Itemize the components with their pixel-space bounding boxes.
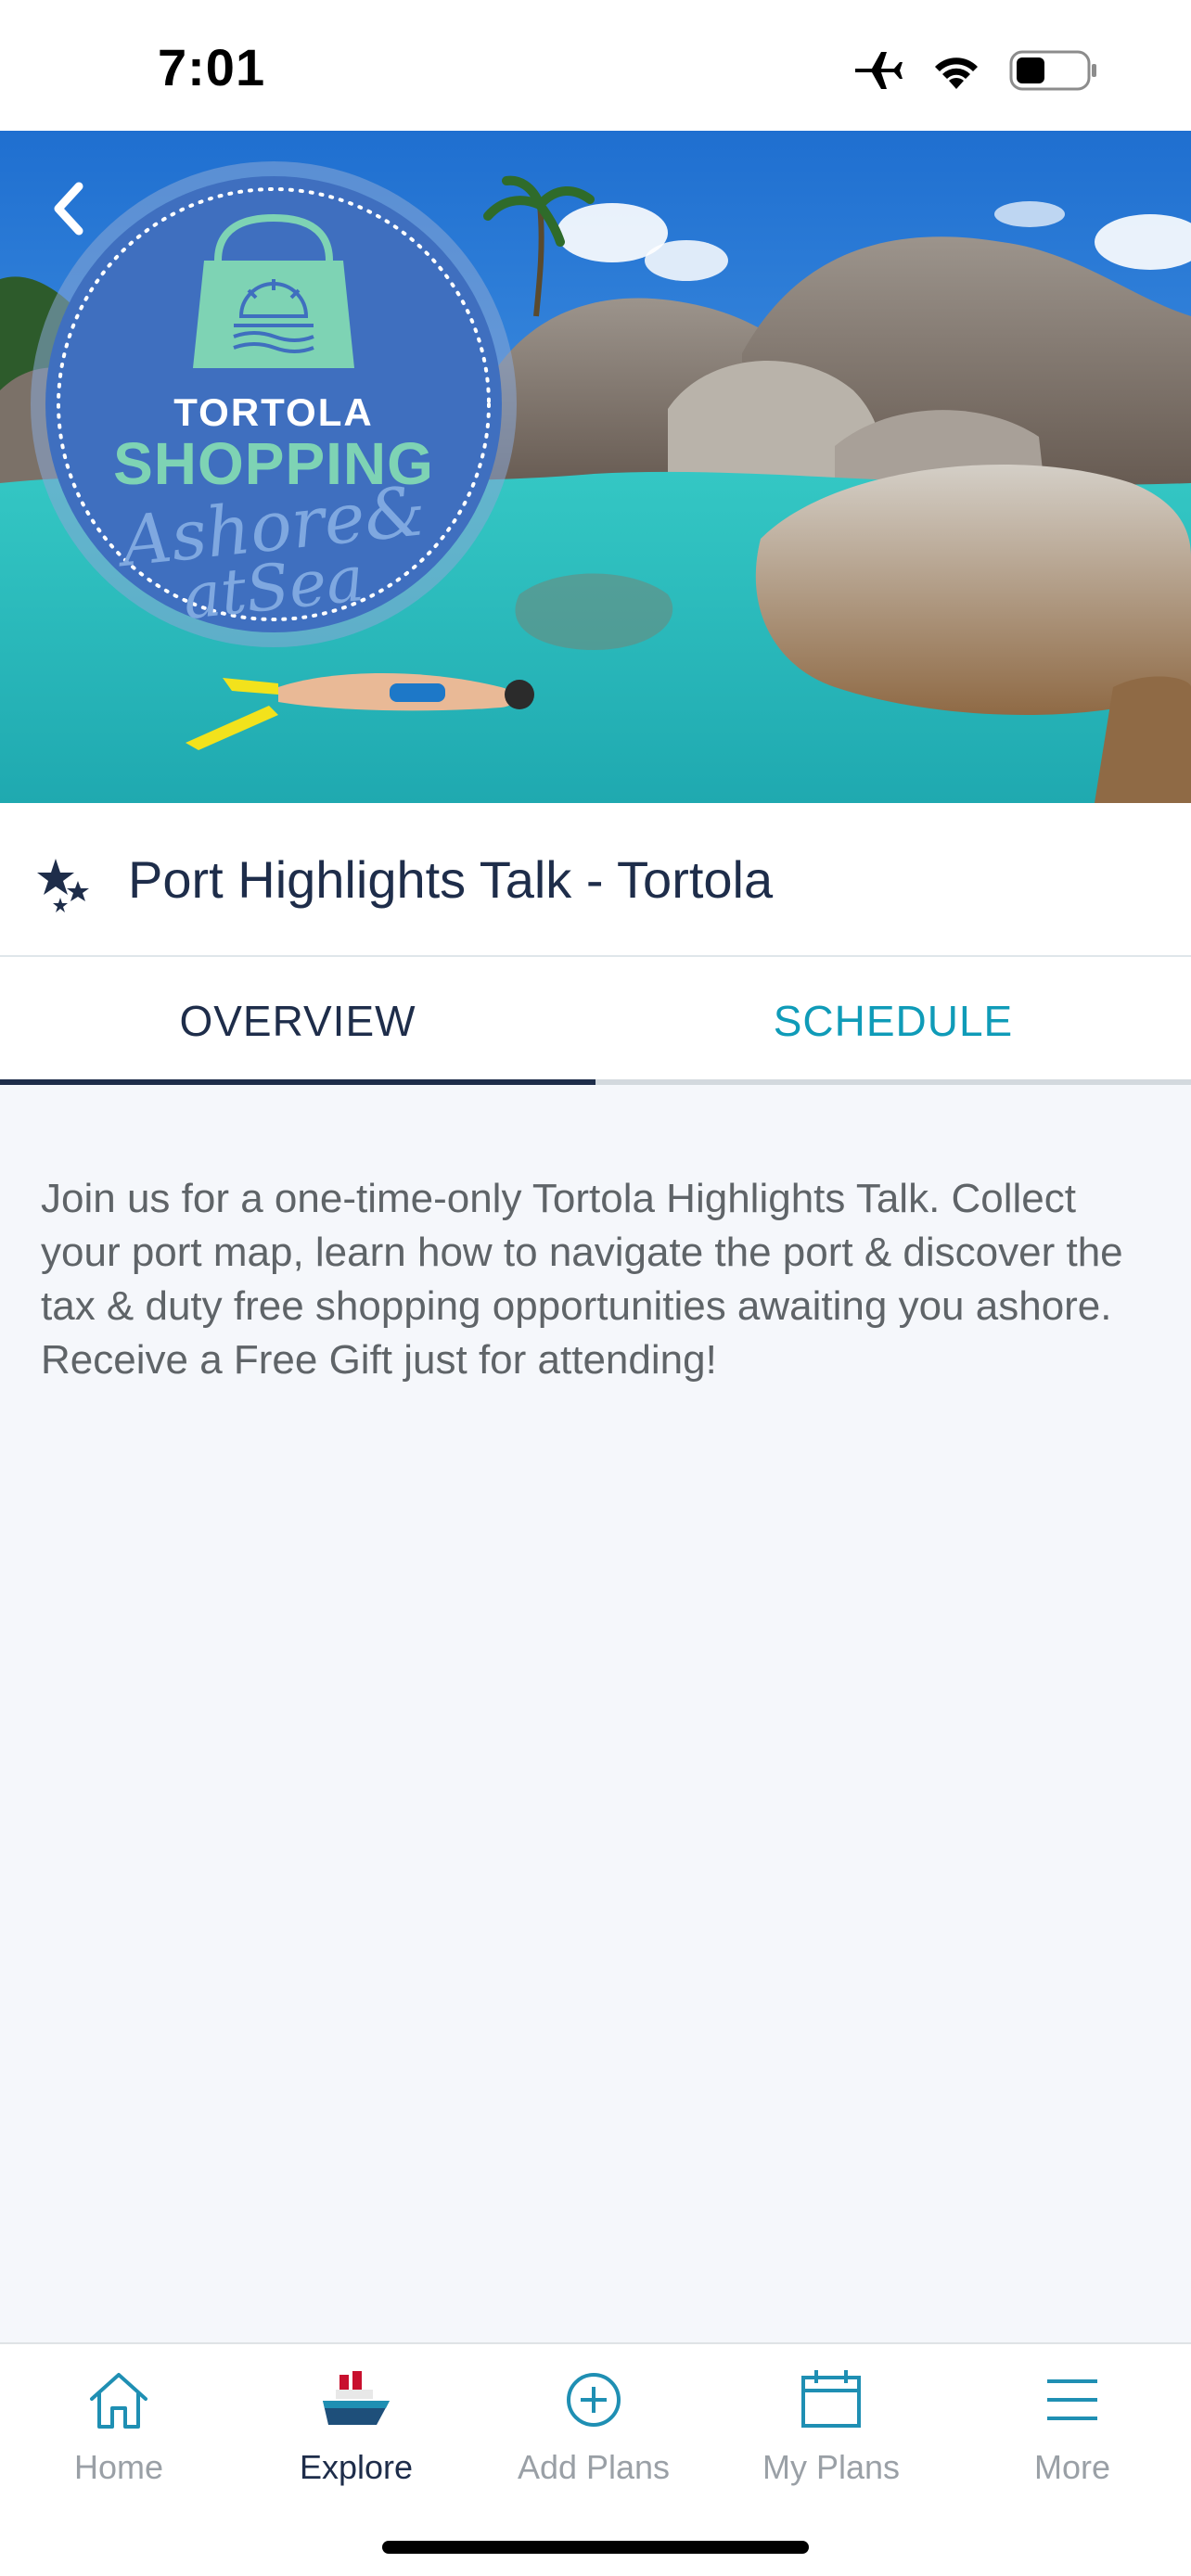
- logo-text-tortola: TORTOLA: [173, 390, 374, 434]
- status-icons: [852, 48, 1098, 93]
- tab-bar: OVERVIEW SCHEDULE: [0, 957, 1191, 1085]
- plus-circle-icon: [475, 2363, 712, 2437]
- back-button[interactable]: [35, 172, 100, 246]
- tab-schedule[interactable]: SCHEDULE: [596, 957, 1191, 1085]
- hero-image: TORTOLA SHOPPING Ashore& atSea: [0, 131, 1191, 803]
- home-indicator: [382, 2541, 809, 2554]
- nav-home[interactable]: Home: [0, 2363, 237, 2502]
- nav-my-plans-label: My Plans: [762, 2448, 901, 2486]
- status-bar: 7:01: [0, 0, 1191, 131]
- nav-more-label: More: [1033, 2448, 1111, 2486]
- home-icon: [0, 2363, 237, 2437]
- event-header: Port Highlights Talk - Tortola: [0, 803, 1191, 957]
- bottom-nav: Home Explore Add Plans My Plans More: [0, 2342, 1191, 2576]
- tab-overview[interactable]: OVERVIEW: [0, 957, 596, 1085]
- menu-icon: [954, 2363, 1191, 2437]
- ship-icon: [237, 2363, 475, 2437]
- stars-icon: [37, 859, 89, 912]
- tortola-shopping-logo: TORTOLA SHOPPING Ashore& atSea: [28, 159, 519, 650]
- nav-more[interactable]: More: [954, 2363, 1191, 2502]
- wifi-icon: [929, 50, 983, 91]
- chevron-left-icon: [54, 182, 83, 236]
- nav-my-plans[interactable]: My Plans: [712, 2363, 950, 2502]
- page-title: Port Highlights Talk - Tortola: [128, 850, 774, 909]
- nav-add-plans[interactable]: Add Plans: [475, 2363, 712, 2502]
- status-time: 7:01: [158, 38, 266, 96]
- nav-add-plans-label: Add Plans: [517, 2448, 671, 2486]
- airplane-icon: [852, 48, 903, 93]
- nav-explore-label: Explore: [299, 2448, 414, 2486]
- nav-home-label: Home: [73, 2448, 164, 2486]
- nav-explore[interactable]: Explore: [237, 2363, 475, 2502]
- overview-panel: Join us for a one-time-only Tortola High…: [0, 1085, 1191, 2342]
- event-description: Join us for a one-time-only Tortola High…: [41, 1176, 1123, 1383]
- battery-icon: [1009, 49, 1098, 92]
- calendar-icon: [712, 2363, 950, 2437]
